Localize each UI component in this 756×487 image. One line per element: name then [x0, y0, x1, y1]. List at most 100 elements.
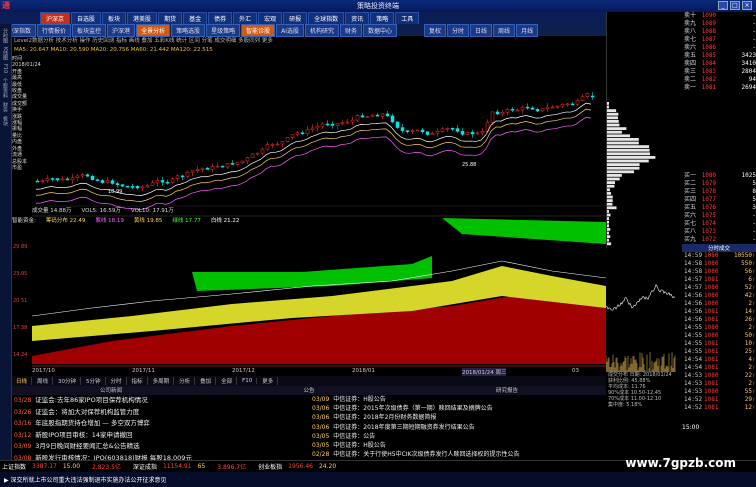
- close-icon[interactable]: ×: [742, 1, 752, 10]
- news-tab[interactable]: 公司新闻: [12, 386, 210, 395]
- order-row[interactable]: 卖八 1088 -: [682, 28, 756, 36]
- bottom-tab[interactable]: F10: [238, 378, 258, 384]
- order-row[interactable]: 卖六 1086 -: [682, 44, 756, 52]
- indicator-label: 绿线 17.77: [172, 218, 201, 224]
- order-row[interactable]: 买三 1078 8: [682, 188, 756, 196]
- order-vol: -: [752, 220, 756, 227]
- bottom-tab[interactable]: 叠加: [196, 377, 217, 385]
- period-tab[interactable]: 复权: [424, 23, 447, 37]
- candle-body: [375, 114, 380, 117]
- announcement-item[interactable]: 03/06 中信证券：2015年次级债券（第一期）赎回结果及摘牌公告: [312, 404, 606, 413]
- order-vol: 2804: [741, 68, 756, 75]
- candle-body: [355, 115, 360, 121]
- order-row[interactable]: 卖七 1087 -: [682, 36, 756, 44]
- order-row[interactable]: 买二 1079 5: [682, 180, 756, 188]
- order-row[interactable]: 卖二 1082 94: [682, 76, 756, 84]
- sidebar-item[interactable]: 分时图: [2, 28, 9, 43]
- order-row[interactable]: 买七 1074 -: [682, 220, 756, 228]
- order-row[interactable]: 买九 1072 -: [682, 236, 756, 244]
- toolbar-button[interactable]: 数据中心: [363, 23, 398, 37]
- trade-row: 14:53 1081 2 ↑: [682, 380, 756, 388]
- order-row[interactable]: 买一 1080 1025: [682, 172, 756, 180]
- sidebar-item[interactable]: K线图: [2, 47, 9, 60]
- period-tab[interactable]: 日线: [470, 23, 493, 37]
- toolbar-button[interactable]: AI选股: [276, 23, 304, 37]
- bottom-tab[interactable]: 全部: [217, 377, 238, 385]
- news-ticker[interactable]: ▶ 深交所就上市公司重大违法强制退市实施办法公开征求意见: [0, 472, 756, 487]
- order-row[interactable]: 卖十 1090 -: [682, 12, 756, 20]
- period-tab[interactable]: 分时: [447, 23, 470, 37]
- trade-px: 1081: [704, 348, 719, 355]
- order-lbl: 卖一: [684, 84, 697, 91]
- toolbar-button[interactable]: 板块监控: [72, 23, 107, 37]
- order-row[interactable]: 买八 1073 -: [682, 228, 756, 236]
- news-item[interactable]: 03/09 3月9日晚间财经要闻汇总&公告精选: [14, 441, 304, 453]
- trade-v: 56: [744, 268, 752, 275]
- bottom-tab[interactable]: 30分钟: [54, 377, 82, 385]
- order-row[interactable]: 买五 1076 3: [682, 204, 756, 212]
- announcement-item[interactable]: 03/06 中信证券：2018年2月份财务数据简报: [312, 413, 606, 422]
- announcement-item[interactable]: 03/05 中信证券：H股公告: [312, 441, 606, 450]
- sidebar-item[interactable]: F10: [2, 64, 8, 73]
- order-row[interactable]: 卖五 1085 3423: [682, 52, 756, 60]
- order-row[interactable]: 卖三 1083 2804: [682, 68, 756, 76]
- toolbar-button[interactable]: 机构研究: [305, 23, 340, 37]
- profile-bar: [607, 138, 639, 141]
- news-item[interactable]: 03/12 新股IPO项目审核：14家申请撤回: [14, 430, 304, 442]
- period-tab[interactable]: 周线: [493, 23, 516, 37]
- candle-body: [320, 123, 325, 127]
- announcement-item[interactable]: 03/06 中信证券：2018年度第三期短期融资券发行结果公告: [312, 423, 606, 432]
- bottom-tab[interactable]: 指标: [128, 377, 148, 385]
- announcement-date: 03/05: [312, 432, 330, 440]
- toolbar-button[interactable]: 策略选股: [171, 23, 206, 37]
- announcement-item[interactable]: 03/09 中信证券：H股公告: [312, 395, 606, 404]
- news-item[interactable]: 03/16 年底股指期货持仓增加 — 多空双方博弈: [14, 418, 304, 430]
- order-row[interactable]: 卖九 1089 -: [682, 20, 756, 28]
- order-lbl: 买七: [684, 220, 697, 227]
- order-row[interactable]: 买四 1077 5: [682, 196, 756, 204]
- period-tab[interactable]: 月线: [516, 23, 539, 37]
- menu-item[interactable]: 工具: [395, 11, 420, 25]
- trade-row: 14:58 1080 56 ↑: [682, 268, 756, 276]
- news-item[interactable]: 03/28 证监会:去年86家IPO项目保荐机构情况: [14, 395, 304, 407]
- candle-body: [490, 111, 495, 123]
- toolbar-button[interactable]: 星级策略: [206, 23, 241, 37]
- bottom-tab[interactable]: 分时: [107, 377, 127, 385]
- minimize-icon[interactable]: _: [718, 1, 728, 10]
- candle-body: [370, 114, 375, 117]
- bottom-tab[interactable]: 日线: [12, 377, 33, 385]
- trade-v: 2: [748, 380, 752, 387]
- trade-px: 1080: [704, 372, 719, 379]
- toolbar-button[interactable]: 财务: [340, 23, 363, 37]
- announcement-item[interactable]: 03/05 中信证券：公告: [312, 432, 606, 441]
- news-item[interactable]: 03/26 证监会：将加大对保荐机构监管力度: [14, 407, 304, 419]
- bottom-tab[interactable]: 周线: [33, 377, 54, 385]
- sidebar-item[interactable]: 财务: [2, 102, 9, 112]
- bottom-tab[interactable]: 多周期: [149, 377, 175, 385]
- candle-body: [580, 96, 585, 101]
- toolbar-button[interactable]: 智能诊股: [241, 23, 276, 37]
- toolbar-button[interactable]: 沪深港: [107, 23, 136, 37]
- news-tab[interactable]: 研究报告: [408, 386, 606, 395]
- order-vol: 2694: [741, 84, 756, 91]
- trade-direction-icon: ↑: [752, 356, 756, 363]
- trade-v: 2: [748, 324, 752, 331]
- bottom-tab[interactable]: 5分钟: [82, 377, 106, 385]
- sidebar-item[interactable]: 个股资料: [2, 78, 9, 98]
- order-row[interactable]: 买六 1075 -: [682, 212, 756, 220]
- news-tab[interactable]: 公告: [210, 386, 408, 395]
- profile-bar: [607, 238, 609, 242]
- status-val: 3387.17: [32, 463, 57, 470]
- toolbar-button[interactable]: 全景分析: [136, 23, 171, 37]
- order-row[interactable]: 卖一 1081 2694: [682, 84, 756, 92]
- announcement-item[interactable]: 02/28 中信证券：关于行使H5中CIK次级债券发行人赎回选择权的提示性公告: [312, 450, 606, 459]
- trade-direction-icon: ↑: [752, 252, 756, 259]
- bottom-tab[interactable]: 更多: [258, 377, 279, 385]
- order-px: 1081: [701, 84, 717, 91]
- order-row[interactable]: 卖四 1084 3410: [682, 60, 756, 68]
- maximize-icon[interactable]: □: [730, 1, 740, 10]
- sidebar-item[interactable]: 板块: [2, 116, 9, 126]
- toolbar-button[interactable]: 行情报价: [37, 23, 72, 37]
- bottom-tab[interactable]: 分析: [175, 377, 196, 385]
- trade-list[interactable]: 14:59 1080 10550 ↑ 14:58 1080 550 ↑ 14:58 1080 56 ↑…: [682, 252, 756, 424]
